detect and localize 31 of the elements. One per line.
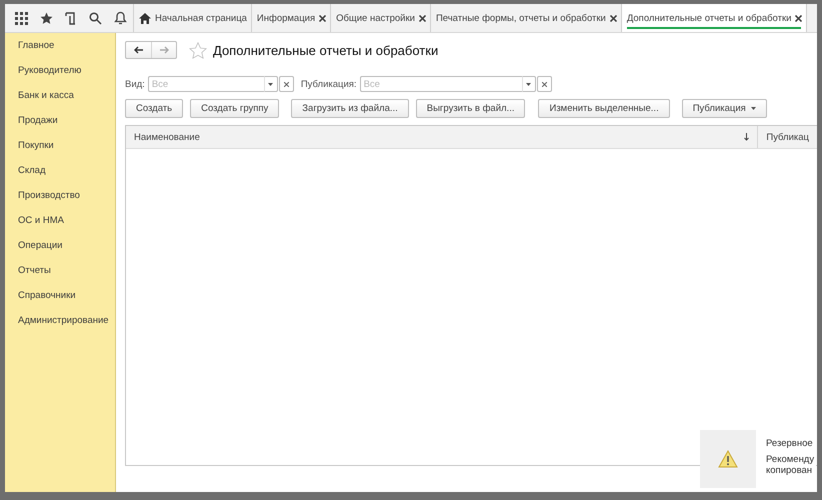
notification-text: Рекоменду копирован	[766, 454, 814, 476]
tab[interactable]: Дополнительные отчеты и обработки	[622, 4, 808, 32]
sidebar-item[interactable]: Администрирование	[18, 314, 109, 339]
column-header[interactable]: Публикац	[757, 126, 817, 148]
dropdown-field[interactable]: Все	[360, 76, 522, 92]
tab[interactable]: Информация	[252, 4, 332, 32]
sidebar-item[interactable]: Покупки	[18, 139, 54, 164]
sidebar-item[interactable]: Главное	[18, 39, 54, 64]
toolbar-button[interactable]: Выгрузить в файл...	[416, 99, 526, 118]
sidebar-item[interactable]: ОС и НМА	[18, 214, 64, 239]
sidebar-item[interactable]: Руководителю	[18, 64, 82, 89]
toolbar-button[interactable]: Изменить выделенные...	[538, 99, 670, 118]
sidebar-item[interactable]: Склад	[18, 164, 46, 189]
sidebar-item[interactable]: Справочники	[18, 289, 76, 314]
tab[interactable]: Начальная страница	[134, 4, 252, 32]
notification-title: Резервное	[766, 438, 814, 449]
tab[interactable]: Общие настройки	[331, 4, 431, 32]
sidebar-item[interactable]: Производство	[18, 189, 80, 214]
column-header[interactable]: Наименование	[126, 126, 758, 148]
toolbar-button[interactable]: Создать группу	[190, 99, 280, 118]
field-label: Публикация:	[300, 78, 357, 90]
toolbar-button[interactable]: Публикация	[682, 99, 767, 118]
sidebar-item[interactable]: Банк и касса	[18, 89, 74, 114]
sidebar-item[interactable]: Отчеты	[18, 264, 51, 289]
sidebar-item[interactable]: Операции	[18, 239, 62, 264]
toolbar-button[interactable]: Загрузить из файла...	[291, 99, 409, 118]
form-title: Дополнительные отчеты и обработки	[213, 42, 438, 58]
sidebar-item[interactable]: Продажи	[18, 114, 58, 139]
dropdown-field[interactable]: Все	[148, 76, 264, 92]
toolbar-button[interactable]: Создать	[125, 99, 184, 118]
field-label: Вид:	[125, 78, 145, 90]
